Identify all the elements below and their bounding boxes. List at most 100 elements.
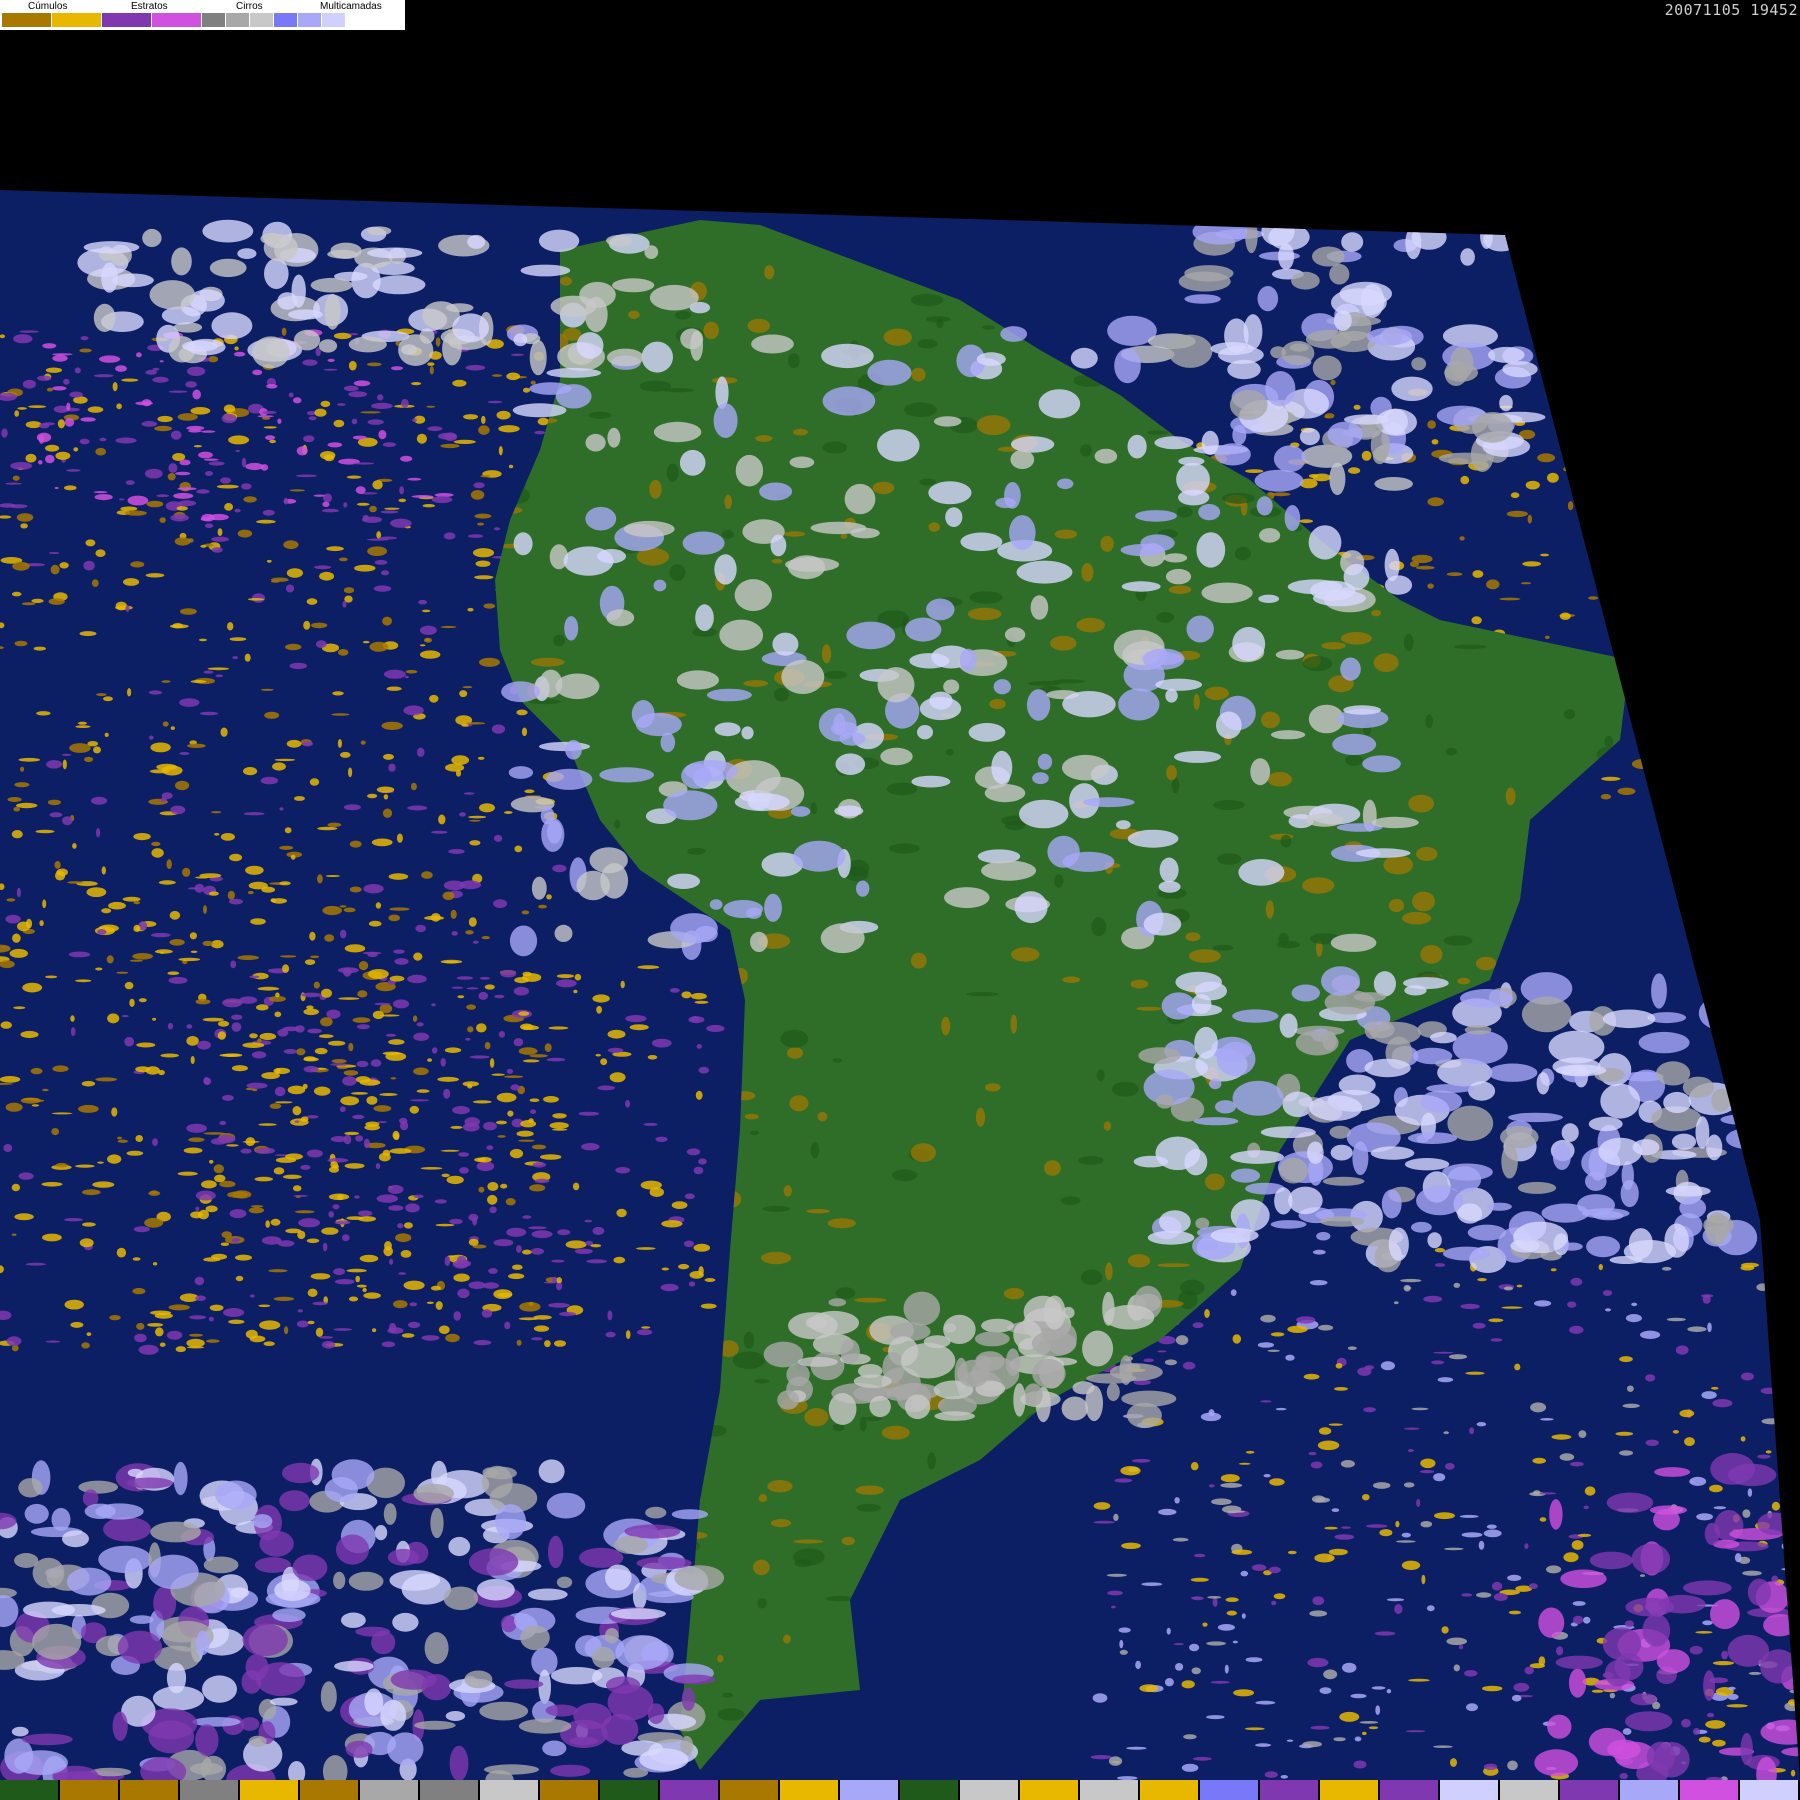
cloud-speck: [133, 1226, 150, 1233]
cloud-speck: [117, 1139, 128, 1143]
cloud-speck: [290, 854, 296, 860]
cloud-mass: [1488, 1063, 1538, 1082]
cloud-mass: [264, 258, 289, 289]
cloud-mass: [327, 249, 358, 259]
cloud-speck: [397, 1223, 404, 1229]
land-patch: [1054, 874, 1064, 888]
cloud-speck: [344, 1163, 365, 1169]
cloud-mass: [424, 1632, 449, 1665]
land-patch: [1078, 1156, 1104, 1165]
cloud-speck: [367, 419, 384, 425]
cloud-mass: [1291, 271, 1320, 290]
cloud-speck: [349, 886, 362, 893]
cloud-speck: [152, 367, 160, 371]
cloud-speck: [400, 455, 413, 462]
cloud-speck: [262, 509, 275, 516]
cloud-speck: [285, 1228, 302, 1234]
cloud-speck: [554, 1340, 566, 1347]
cloud-mass: [1656, 1649, 1690, 1673]
cloud-speck: [327, 442, 343, 448]
cloud-speck: [546, 894, 552, 900]
cloud-speck: [1420, 1470, 1435, 1474]
cloud-mass: [1194, 981, 1228, 1001]
cloud-mass: [856, 880, 870, 897]
cloud-speck: [453, 1311, 462, 1321]
cloud-speck: [688, 1016, 705, 1024]
cloud-mass: [719, 619, 764, 651]
cloud-speck: [169, 910, 181, 920]
cloud-speck: [383, 753, 394, 760]
cloud-speck: [376, 786, 395, 793]
cloud-speck: [1525, 480, 1540, 490]
color-bar-cell: [1440, 1780, 1500, 1800]
cloud-speck: [243, 812, 265, 816]
cloud-mass: [1159, 857, 1179, 883]
cloud-speck: [16, 513, 34, 522]
cloud-speck: [584, 1219, 593, 1223]
cloud-speck: [348, 1296, 359, 1302]
cloud-mass: [1642, 1613, 1671, 1647]
cloud-mass: [653, 579, 667, 592]
cloud-speck: [438, 814, 446, 825]
cloud-speck: [94, 374, 114, 378]
cloud-speck: [68, 951, 91, 958]
cloud-mass: [1173, 750, 1222, 763]
cloud-speck: [138, 1344, 159, 1355]
cloud-speck: [12, 933, 21, 943]
cloud-speck: [410, 1099, 430, 1102]
cloud-mass: [548, 1535, 564, 1569]
cloud-speck: [85, 539, 96, 547]
cloud-speck: [382, 442, 396, 447]
cloud-speck: [492, 374, 502, 377]
cloud-speck: [36, 432, 52, 443]
cloud-speck: [1433, 1351, 1454, 1354]
cloud-speck: [1726, 1704, 1748, 1708]
cloud-speck: [1206, 1715, 1225, 1720]
cloud-speck: [1267, 1349, 1280, 1353]
cloud-speck: [478, 1186, 485, 1193]
cloud-speck: [1450, 1758, 1457, 1767]
cloud-speck: [468, 917, 477, 927]
cloud-speck: [45, 1340, 61, 1343]
cloud-mass: [1689, 1645, 1703, 1655]
cloud-speck: [330, 1136, 347, 1143]
cloud-speck: [325, 875, 340, 877]
cloud-speck: [346, 1216, 364, 1220]
cloud-speck: [370, 1059, 382, 1067]
cloud-speck: [348, 1042, 354, 1052]
land-patch: [1457, 977, 1471, 985]
cloud-mass: [318, 339, 338, 353]
cloud-speck: [408, 1321, 421, 1329]
cloud-speck: [1427, 420, 1436, 429]
cloud-speck: [1640, 1330, 1661, 1340]
cloud-speck: [69, 743, 91, 753]
cloud-mass: [612, 278, 655, 293]
cloud-speck: [1537, 453, 1556, 463]
cloud-speck: [416, 747, 425, 757]
cloud-speck: [211, 1253, 228, 1260]
cloud-speck: [400, 1250, 412, 1258]
cloud-mass: [464, 1670, 493, 1689]
cloud-speck: [303, 1008, 320, 1016]
cloud-speck: [389, 975, 405, 982]
cloud-speck: [67, 881, 84, 884]
land-patch: [824, 670, 848, 680]
cloud-mass: [1308, 525, 1342, 560]
cloud-speck: [1347, 1346, 1357, 1350]
cloud-speck: [6, 898, 16, 902]
color-bar-cell: [600, 1780, 660, 1800]
land-patch: [1261, 711, 1280, 729]
land-patch: [588, 411, 612, 419]
cloud-speck: [343, 1070, 359, 1076]
cloud-speck: [227, 622, 234, 631]
cloud-speck: [494, 994, 505, 999]
cloud-speck: [1093, 1520, 1115, 1524]
cloud-speck: [1551, 1434, 1572, 1440]
cloud-speck: [504, 1321, 511, 1330]
cloud-mass: [1555, 1655, 1603, 1670]
cloud-speck: [451, 931, 458, 936]
cloud-mass: [500, 1615, 517, 1633]
cloud-speck: [440, 625, 457, 629]
cloud-speck: [1742, 1570, 1762, 1576]
cloud-speck: [136, 1042, 156, 1048]
